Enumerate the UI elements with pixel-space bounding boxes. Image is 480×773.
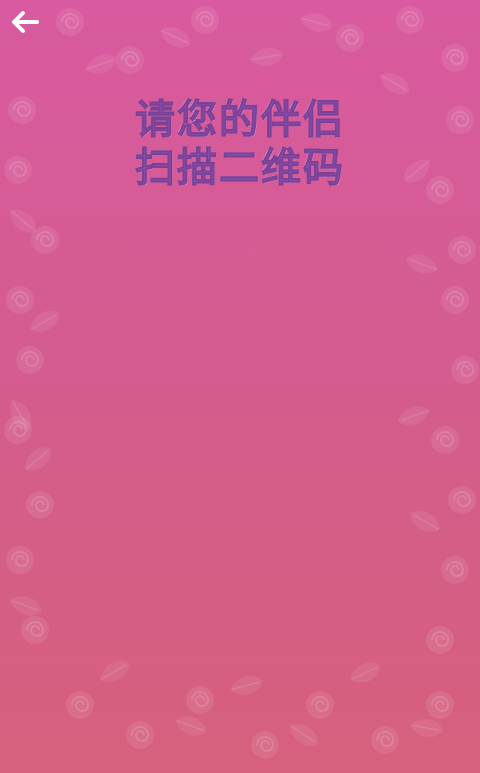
scan-prompt-title: 请您的伴侣 扫描二维码: [0, 96, 480, 192]
arrow-left-icon: [11, 11, 39, 33]
back-button[interactable]: [6, 6, 44, 38]
scan-prompt-line-2: 扫描二维码: [134, 144, 345, 192]
pair-scan-screen: 请您的伴侣 扫描二维码: [0, 0, 480, 773]
scan-prompt-line-1: 请您的伴侣: [134, 96, 345, 144]
